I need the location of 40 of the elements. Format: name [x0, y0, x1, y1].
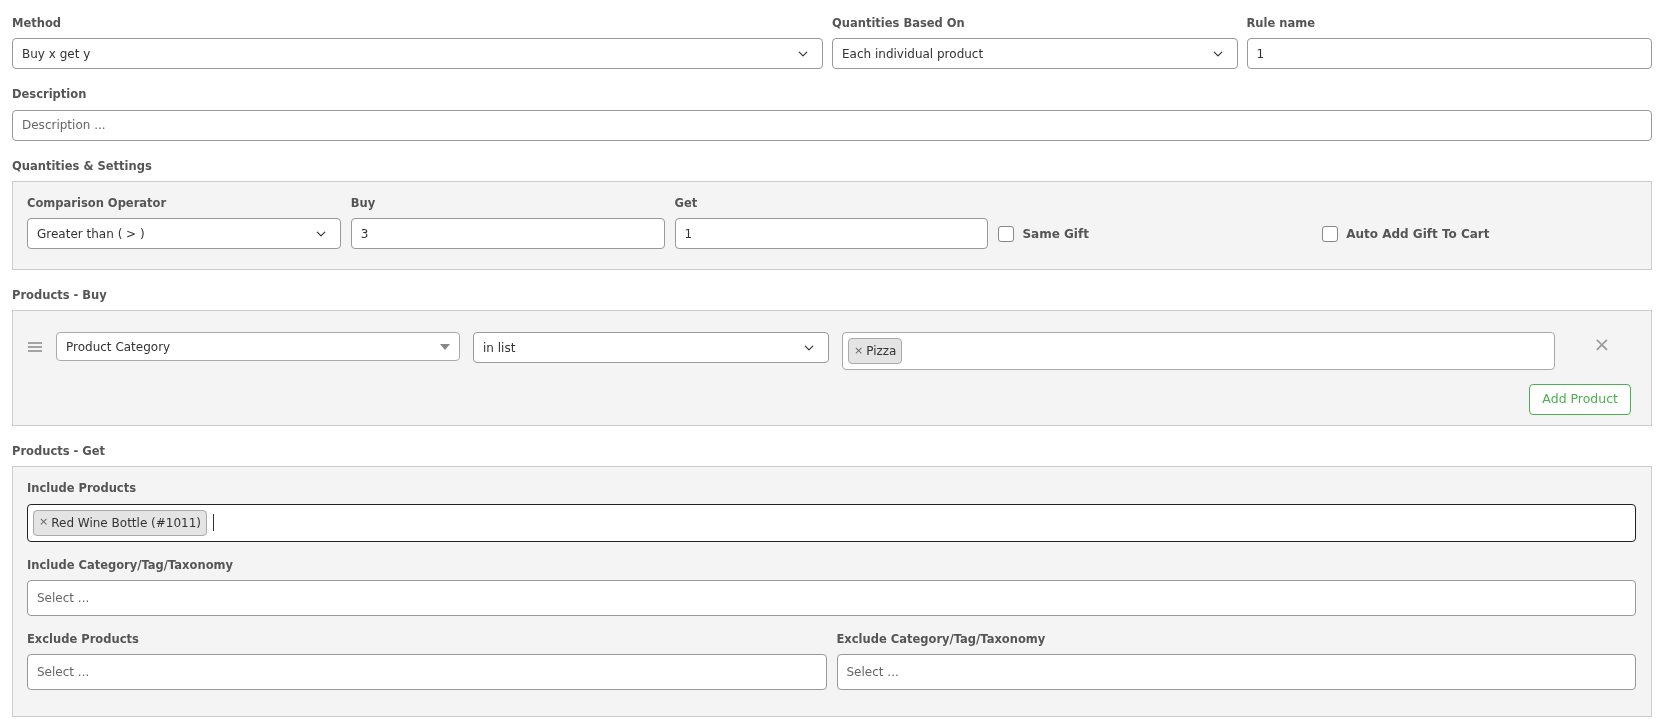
exclude-category-field[interactable]: Select ... [836, 654, 1636, 690]
tag-label: Red Wine Bottle (#1011) [51, 514, 202, 532]
field-label: Buy [350, 194, 376, 212]
tags-field[interactable]: × Pizza [842, 332, 1555, 371]
field-label: Comparison Operator [27, 194, 167, 212]
field-label: Quantities & Settings [12, 157, 152, 175]
include-products-field[interactable]: × Red Wine Bottle (#1011) [27, 503, 1636, 542]
exclude-products-field[interactable]: Select ... [27, 654, 827, 690]
checkbox[interactable] [998, 225, 1015, 242]
field-label: Method [12, 15, 62, 32]
remove-tag-button[interactable]: × [854, 343, 864, 360]
field-label: Description [12, 86, 87, 104]
condition-type-select[interactable]: Product Category [56, 332, 460, 362]
field-label: Products - Buy [12, 287, 107, 304]
remove-tag-button[interactable]: × [39, 514, 49, 531]
field-label: Exclude Category/Tag/Taxonomy [836, 630, 1046, 648]
checkbox-label: Auto Add Gift To Cart [1346, 225, 1490, 243]
field-label: Include Category/Tag/Taxonomy [27, 556, 233, 574]
method-select[interactable]: Buy x get y [12, 38, 823, 70]
condition-operator-select[interactable]: in list [473, 332, 829, 364]
field-label: Include Products [27, 480, 137, 498]
caret-icon [440, 343, 450, 350]
tag-label: Pizza [866, 343, 897, 361]
operator-select[interactable]: Greater than ( > ) [27, 218, 341, 249]
checkbox-label: Same Gift [1022, 225, 1089, 243]
include-category-field[interactable]: Select ... [27, 579, 1636, 616]
drag-handle-icon[interactable] [27, 342, 43, 353]
text-cursor [213, 514, 215, 531]
select-value: Product Category [66, 338, 171, 356]
description-field[interactable]: Description ... [12, 109, 1652, 141]
rule-name-field[interactable]: 1 [1246, 38, 1652, 70]
checkbox[interactable] [1322, 225, 1339, 242]
field-label: Rule name [1246, 15, 1316, 32]
buy-field[interactable]: 3 [350, 218, 665, 249]
get-field[interactable]: 1 [674, 218, 989, 249]
field-label: Quantities Based On [832, 15, 965, 32]
field-label: Get [674, 194, 698, 212]
field-label: Products - Get [12, 443, 106, 460]
quantities-select[interactable]: Each individual product [832, 38, 1238, 70]
field-label: Exclude Products [27, 630, 139, 648]
